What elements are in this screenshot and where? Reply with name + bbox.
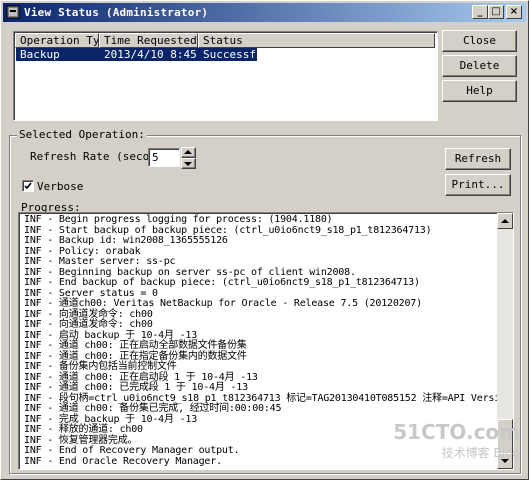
log-line: INF - Master server: ss-pc: [24, 256, 176, 267]
title-bar[interactable]: View Status (Administrator) _ □ ×: [3, 3, 526, 22]
verbose-label: Verbose: [37, 180, 84, 193]
table-row[interactable]: Backup 2013/4/10 8:45:08 Successful: [16, 48, 269, 61]
log-line: INF - 通道ch00: Veritas NetBackup for Orac…: [24, 298, 422, 309]
log-line: INF - 备份集内包括当前控制文件: [24, 361, 177, 372]
log-line: INF - 通道 ch00: 已完成段 1 于 10-4月 -13: [24, 382, 248, 393]
refresh-button[interactable]: Refresh: [445, 148, 511, 170]
cell-status: Successful: [199, 48, 269, 61]
selected-operation-label: Selected Operation:: [17, 128, 147, 141]
log-line: INF - Begin progress logging for process…: [24, 214, 333, 225]
print-button[interactable]: Print...: [445, 174, 511, 196]
log-line: INF - Backup id: win2008_1365555126: [24, 235, 228, 246]
checkmark-icon: [24, 182, 32, 190]
help-button[interactable]: Help: [442, 80, 517, 102]
window-title: View Status (Administrator): [24, 6, 209, 19]
scroll-up-button[interactable]: [497, 213, 513, 229]
column-header-time-requested[interactable]: Time Requested: [99, 33, 198, 48]
operations-list[interactable]: Operation Type Time Requested Status Bac…: [13, 31, 438, 121]
column-header-operation-type[interactable]: Operation Type: [15, 33, 99, 48]
scroll-up-icon: [501, 219, 509, 223]
log-line: INF - 释放的通道: ch00: [24, 424, 143, 435]
watermark-site: 51CTO.com: [393, 420, 520, 444]
log-line: INF - End of Recovery Manager output.: [24, 445, 240, 456]
spin-down-button[interactable]: [181, 158, 196, 169]
column-header-status[interactable]: Status: [198, 33, 435, 48]
arrow-down-icon: [184, 162, 192, 166]
minimize-button[interactable]: _: [472, 5, 488, 19]
watermark-tagline: 技术博客 Blog: [441, 446, 520, 460]
cell-operation-type: Backup: [16, 48, 100, 61]
refresh-rate-input[interactable]: 5: [148, 148, 180, 167]
close-button[interactable]: Close: [442, 30, 517, 52]
refresh-rate-value: 5: [152, 151, 159, 164]
app-icon: [6, 5, 20, 19]
verbose-checkbox[interactable]: [22, 180, 34, 192]
spin-up-button[interactable]: [181, 147, 196, 158]
log-line: INF - End Oracle Recovery Manager.: [24, 455, 222, 467]
log-line: INF - 向通道发命令: ch00: [24, 319, 153, 330]
delete-button[interactable]: Delete: [442, 55, 517, 77]
log-line: INF - End backup of backup piece: (ctrl_…: [24, 277, 420, 288]
arrow-up-icon: [184, 150, 192, 154]
view-status-window: View Status (Administrator) _ □ × Operat…: [0, 0, 529, 480]
log-line: INF - 通道 ch00: 正在启动全部数据文件备份集: [24, 340, 247, 351]
maximize-button[interactable]: □: [488, 5, 504, 19]
watermark: 51CTO.com 技术博客 Blog: [393, 420, 520, 461]
cell-time-requested: 2013/4/10 8:45:08: [100, 48, 217, 61]
close-window-button[interactable]: ×: [506, 5, 522, 19]
log-line: INF - 通道 ch00: 备份集已完成, 经过时间:00:00:45: [24, 403, 282, 414]
